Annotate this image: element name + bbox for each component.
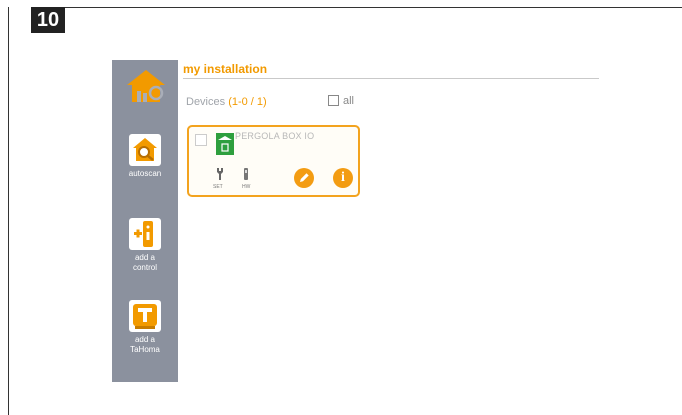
sidebar-item-add-tahoma[interactable]: add a TaHoma bbox=[112, 300, 178, 355]
device-checkbox[interactable] bbox=[195, 134, 207, 146]
info-icon: i bbox=[341, 170, 345, 185]
remote-control-icon bbox=[129, 218, 161, 250]
sidebar-item-label: add a control bbox=[132, 253, 157, 272]
home-icon[interactable] bbox=[126, 69, 166, 103]
device-card[interactable]: PERGOLA BOX IO SET HW i bbox=[187, 125, 360, 197]
select-all-checkbox[interactable] bbox=[328, 95, 339, 106]
magnifier-house-icon bbox=[129, 134, 161, 166]
wrench-icon bbox=[217, 168, 223, 180]
devices-count: (1-0 / 1) bbox=[228, 96, 267, 108]
device-name: PERGOLA BOX IO bbox=[235, 131, 315, 141]
tahoma-box-icon bbox=[129, 300, 161, 332]
frame-left-line bbox=[8, 7, 9, 415]
pencil-icon bbox=[300, 173, 309, 182]
devices-label: Devices bbox=[186, 96, 226, 108]
pergola-icon bbox=[216, 133, 234, 155]
sidebar-item-add-control[interactable]: add a control bbox=[112, 218, 178, 273]
sidebar-item-label: add a TaHoma bbox=[130, 335, 160, 354]
sidebar: autoscan add a control add a TaHoma bbox=[112, 60, 178, 382]
title-divider bbox=[183, 78, 599, 79]
sidebar-item-label: autoscan bbox=[128, 169, 162, 178]
select-all-label: all bbox=[343, 95, 355, 107]
frame-top-line bbox=[64, 7, 682, 8]
info-button[interactable]: i bbox=[333, 168, 353, 188]
set-label: SET bbox=[213, 184, 223, 190]
devices-header: Devices (1-0 / 1) bbox=[186, 96, 267, 108]
step-badge: 10 bbox=[31, 7, 65, 33]
hardware-icon bbox=[244, 168, 248, 180]
hw-label: HW bbox=[242, 184, 251, 190]
edit-button[interactable] bbox=[294, 168, 314, 188]
page-title: my installation bbox=[183, 62, 268, 76]
sidebar-item-autoscan[interactable]: autoscan bbox=[112, 134, 178, 179]
